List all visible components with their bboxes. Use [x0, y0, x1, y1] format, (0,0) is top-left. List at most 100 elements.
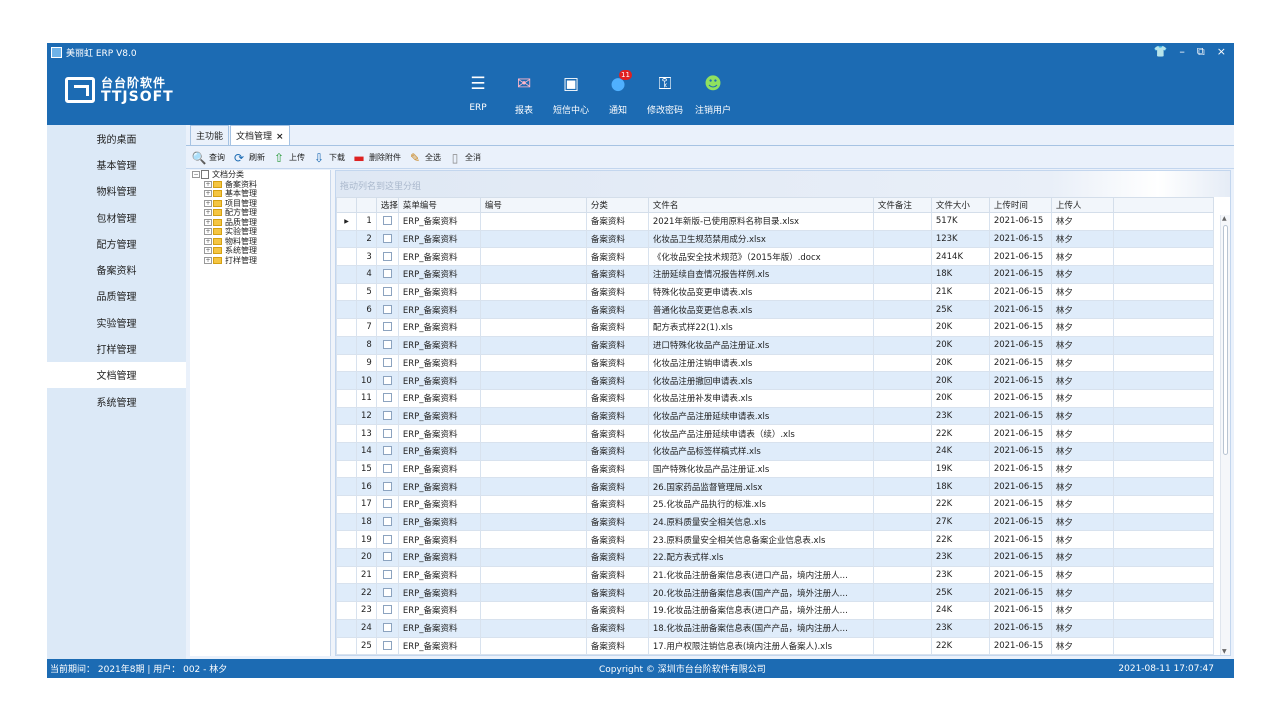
cell-menu[interactable]: ERP_备案资料	[397, 459, 481, 479]
cell-code[interactable]	[479, 459, 587, 479]
cell-menu[interactable]: ERP_备案资料	[397, 353, 481, 373]
cell-cat[interactable]: 备案资料	[585, 229, 649, 249]
cell-size[interactable]: 23K	[930, 406, 990, 426]
cell-user[interactable]: 林夕	[1050, 459, 1114, 479]
cell-file[interactable]: 20.化妆品注册备案信息表(国产产品，境外注册人...	[647, 583, 874, 603]
cell-menu[interactable]: ERP_备案资料	[397, 601, 481, 620]
cell-menu[interactable]: ERP_备案资料	[397, 229, 481, 249]
cell-menu[interactable]: ERP_备案资料	[397, 441, 481, 461]
download-button[interactable]: ⇩ 下载	[312, 151, 345, 165]
column-header[interactable]: 选择	[375, 197, 399, 213]
table-row[interactable]: 9 ERP_备案资料 备案资料 化妆品注册注销申请表.xls 20K 2021-06-15…	[336, 353, 1214, 373]
delete-attachment-button[interactable]: ▬ 删除附件	[352, 151, 401, 165]
select-all-button[interactable]: ✎ 全选	[408, 151, 441, 165]
cell-menu[interactable]: ERP_备案资料	[397, 212, 481, 231]
cell-size[interactable]: 2414K	[930, 247, 990, 267]
cell-user[interactable]: 林夕	[1050, 212, 1114, 231]
cell-size[interactable]: 20K	[930, 318, 990, 337]
cell-menu[interactable]: ERP_备案资料	[397, 495, 481, 514]
cell-date[interactable]: 2021-06-15	[988, 636, 1052, 655]
cell-note[interactable]	[872, 565, 932, 585]
cell-cat[interactable]: 备案资料	[585, 353, 649, 373]
cell-cat[interactable]: 备案资料	[585, 371, 649, 390]
cell-cat[interactable]: 备案资料	[585, 318, 649, 337]
expand-icon[interactable]: +	[204, 190, 212, 198]
cell-code[interactable]	[479, 212, 587, 231]
cell-menu[interactable]: ERP_备案资料	[397, 335, 481, 355]
cell-file[interactable]: 19.化妆品注册备案信息表(进口产品，境外注册人...	[647, 601, 874, 620]
tab-close-icon[interactable]: ×	[276, 132, 284, 142]
cell-date[interactable]: 2021-06-15	[988, 282, 1052, 302]
tree-node[interactable]: + 项目管理	[190, 199, 330, 209]
scroll-thumb[interactable]	[1223, 225, 1228, 455]
row-checkbox[interactable]	[382, 552, 392, 562]
column-header[interactable]: 分类	[585, 197, 649, 213]
cell-menu[interactable]: ERP_备案资料	[397, 318, 481, 337]
cell-cat[interactable]: 备案资料	[585, 565, 649, 585]
cell-size[interactable]: 24K	[930, 601, 990, 620]
cell-date[interactable]: 2021-06-15	[988, 335, 1052, 355]
cell-code[interactable]	[479, 247, 587, 267]
cell-size[interactable]: 27K	[930, 512, 990, 532]
cell-code[interactable]	[479, 530, 587, 550]
row-checkbox[interactable]	[382, 234, 392, 244]
collapse-icon[interactable]: −	[192, 171, 200, 179]
tree-node[interactable]: + 物料管理	[190, 237, 330, 247]
cell-menu[interactable]: ERP_备案资料	[397, 282, 481, 302]
minimize-button[interactable]: –	[1179, 45, 1185, 59]
cell-note[interactable]	[872, 618, 932, 638]
cell-cat[interactable]: 备案资料	[585, 441, 649, 461]
cell-menu[interactable]: ERP_备案资料	[397, 477, 481, 496]
sidebar-item[interactable]: 我的桌面	[47, 125, 186, 151]
sidebar-item[interactable]: 文档管理	[47, 361, 186, 388]
cell-date[interactable]: 2021-06-15	[988, 388, 1052, 408]
table-row[interactable]: 14 ERP_备案资料 备案资料 化妆品产品标签样稿式样.xls 24K 2021-06-…	[336, 441, 1214, 461]
cell-note[interactable]	[872, 636, 932, 655]
cell-cat[interactable]: 备案资料	[585, 618, 649, 638]
cell-note[interactable]	[872, 282, 932, 302]
column-header[interactable]: 文件备注	[872, 197, 932, 213]
cell-size[interactable]: 23K	[930, 565, 990, 585]
cell-date[interactable]: 2021-06-15	[988, 459, 1052, 479]
cell-date[interactable]: 2021-06-15	[988, 424, 1052, 443]
cell-file[interactable]: 普通化妆品变更信息表.xls	[647, 300, 874, 320]
row-checkbox[interactable]	[382, 287, 392, 297]
cell-cat[interactable]: 备案资料	[585, 495, 649, 514]
cell-file[interactable]: 18.化妆品注册备案信息表(国产产品，境内注册人...	[647, 618, 874, 638]
cell-note[interactable]	[872, 335, 932, 355]
row-checkbox[interactable]	[382, 269, 392, 279]
cell-cat[interactable]: 备案资料	[585, 424, 649, 443]
cell-size[interactable]: 20K	[930, 388, 990, 408]
cell-cat[interactable]: 备案资料	[585, 548, 649, 567]
cell-file[interactable]: 21.化妆品注册备案信息表(进口产品，境内注册人...	[647, 565, 874, 585]
cell-cat[interactable]: 备案资料	[585, 459, 649, 479]
row-checkbox[interactable]	[382, 623, 392, 633]
cell-date[interactable]: 2021-06-15	[988, 618, 1052, 638]
cell-menu[interactable]: ERP_备案资料	[397, 424, 481, 443]
cell-user[interactable]: 林夕	[1050, 371, 1114, 390]
table-row[interactable]: 19 ERP_备案资料 备案资料 23.原料质量安全相关信息备案企业信息表.xls 22…	[336, 530, 1214, 550]
topnav-erp[interactable]: ☰ ERP	[461, 72, 495, 116]
cell-note[interactable]	[872, 601, 932, 620]
cell-date[interactable]: 2021-06-15	[988, 495, 1052, 514]
cell-code[interactable]	[479, 371, 587, 390]
table-row[interactable]: 6 ERP_备案资料 备案资料 普通化妆品变更信息表.xls 25K 2021-06-15…	[336, 300, 1214, 320]
column-header[interactable]: 上传人	[1050, 197, 1114, 213]
cell-file[interactable]: 化妆品卫生规范禁用成分.xlsx	[647, 229, 874, 249]
cell-code[interactable]	[479, 353, 587, 373]
cell-menu[interactable]: ERP_备案资料	[397, 265, 481, 284]
cell-code[interactable]	[479, 388, 587, 408]
tree-node[interactable]: + 打样管理	[190, 256, 330, 266]
cell-size[interactable]: 18K	[930, 265, 990, 284]
cell-menu[interactable]: ERP_备案资料	[397, 512, 481, 532]
expand-icon[interactable]: +	[204, 237, 212, 245]
cell-code[interactable]	[479, 282, 587, 302]
table-row[interactable]: 23 ERP_备案资料 备案资料 19.化妆品注册备案信息表(进口产品，境外注册人..…	[336, 601, 1214, 620]
cell-date[interactable]: 2021-06-15	[988, 512, 1052, 532]
cell-file[interactable]: 26.国家药品监督管理局.xlsx	[647, 477, 874, 496]
cell-user[interactable]: 林夕	[1050, 636, 1114, 655]
table-row[interactable]: 17 ERP_备案资料 备案资料 25.化妆品产品执行的标准.xls 22K 2021-0…	[336, 495, 1214, 514]
cell-user[interactable]: 林夕	[1050, 601, 1114, 620]
expand-icon[interactable]: +	[204, 247, 212, 255]
cell-date[interactable]: 2021-06-15	[988, 530, 1052, 550]
